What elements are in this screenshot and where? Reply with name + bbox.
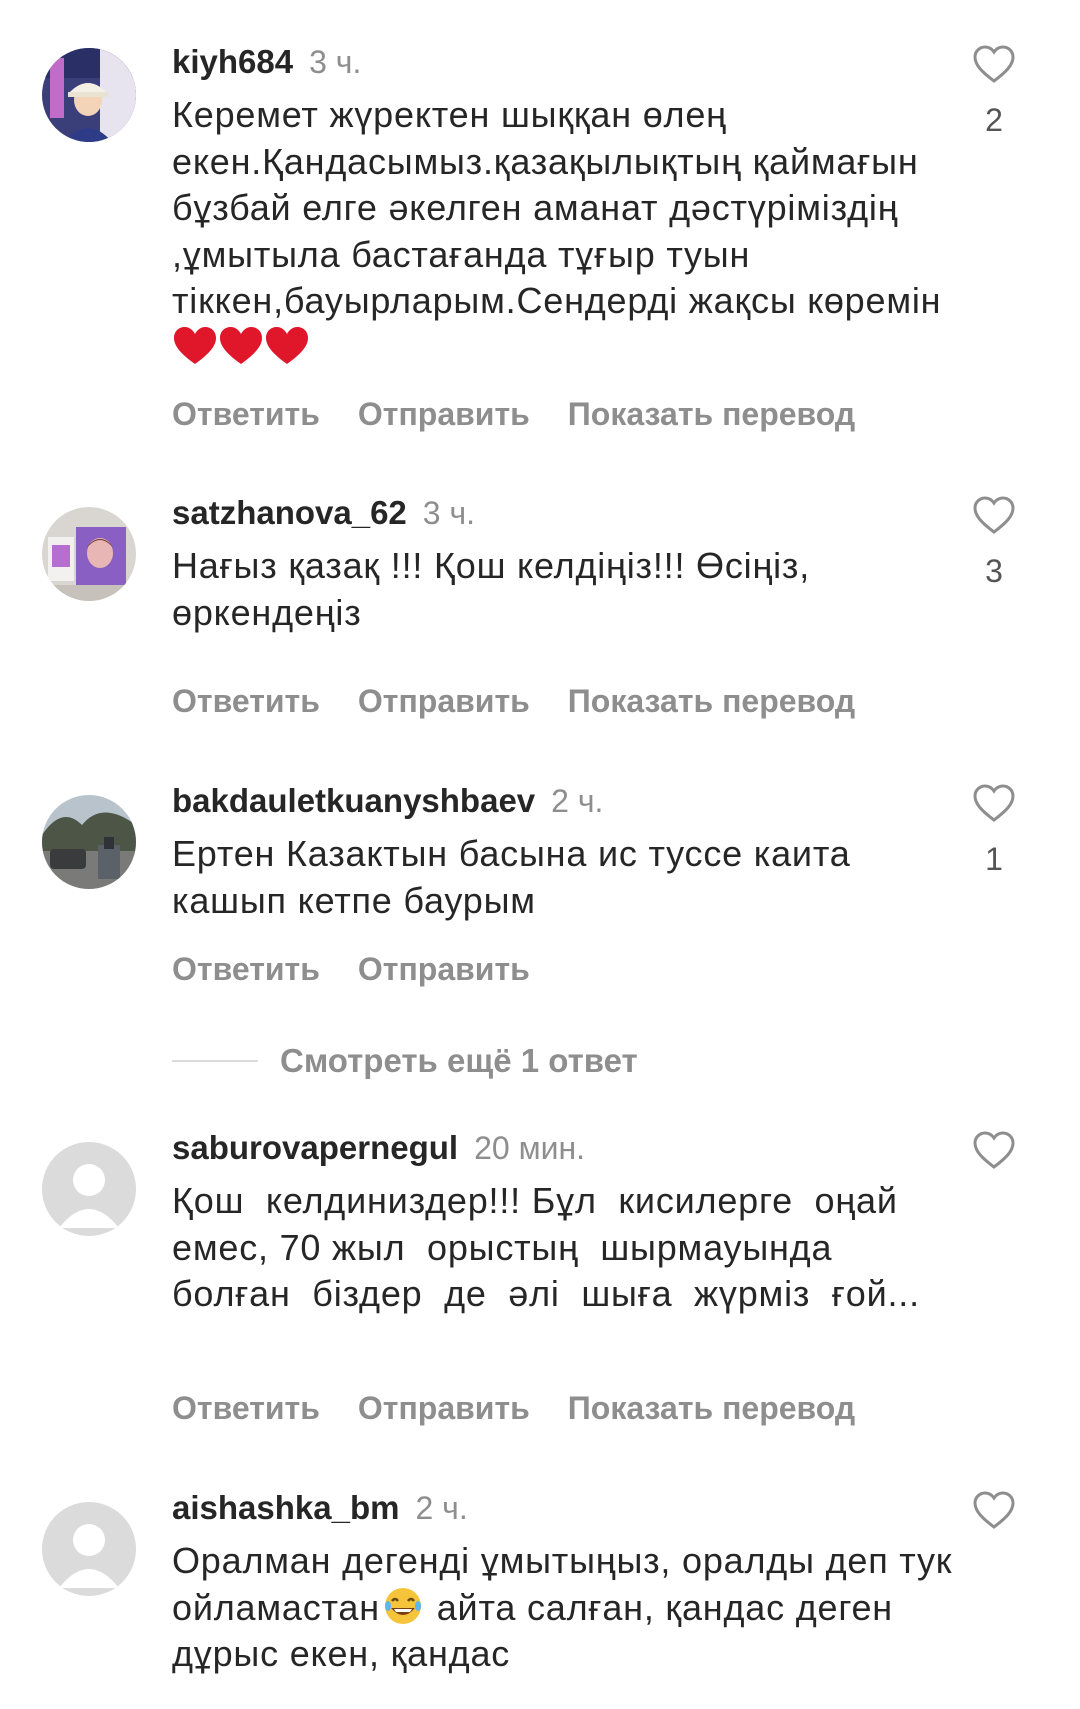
comment-actions: Ответить Отправить Показать перевод [172, 681, 893, 721]
comment-text: Оралман дегенді ұмытыңыз, оралды деп тук… [172, 1540, 953, 1674]
reply-button[interactable]: Ответить [172, 1390, 320, 1426]
heart-icon[interactable] [972, 44, 1016, 84]
view-more-replies-button[interactable]: Смотреть ещё 1 ответ [172, 1042, 638, 1086]
username[interactable]: satzhanova_62 [172, 494, 407, 531]
username[interactable]: kiyh684 [172, 43, 293, 80]
comment-actions: Ответить Отправить Показать перевод [172, 394, 893, 434]
username[interactable]: bakdauletkuanyshbaev [172, 782, 535, 819]
send-button[interactable]: Отправить [358, 951, 530, 987]
comment-header: saburovapernegul 20 мин. [172, 1126, 585, 1170]
comment-text: Нағыз қазақ !!! Қош келдіңіз!!! Өсіңіз, … [172, 545, 811, 633]
heart-icon[interactable] [972, 783, 1016, 823]
comment-header: satzhanova_62 3 ч. [172, 491, 475, 535]
view-more-replies-label[interactable]: Смотреть ещё 1 ответ [280, 1042, 638, 1079]
heart-icon[interactable] [972, 1490, 1016, 1530]
show-translation-button[interactable]: Показать перевод [568, 683, 855, 719]
comment-header: kiyh684 3 ч. [172, 40, 361, 84]
like-count: 3 [985, 553, 1003, 589]
comment-actions: Ответить Отправить Показать перевод [172, 1388, 893, 1428]
reply-button[interactable]: Ответить [172, 951, 320, 987]
show-translation-button[interactable]: Показать перевод [568, 396, 855, 432]
timestamp: 3 ч. [309, 44, 362, 80]
comment-text: Ертен Казактын басына ис туссе каита каш… [172, 833, 851, 921]
comment-header: aishashka_bm 2 ч. [172, 1486, 468, 1530]
timestamp: 20 мин. [474, 1130, 585, 1166]
avatar[interactable] [42, 48, 136, 142]
avatar[interactable] [42, 1502, 136, 1596]
timestamp: 2 ч. [415, 1490, 468, 1526]
laughing-emoji-icon [380, 1587, 426, 1628]
heart-emoji-icon [172, 326, 310, 368]
reply-button[interactable]: Ответить [172, 683, 320, 719]
send-button[interactable]: Отправить [358, 683, 530, 719]
timestamp: 2 ч. [551, 783, 604, 819]
heart-icon[interactable] [972, 495, 1016, 535]
reply-button[interactable]: Ответить [172, 396, 320, 432]
comment-text: Қош келдиниздер!!! Бұл кисилерге оңай ем… [172, 1180, 920, 1314]
timestamp: 3 ч. [422, 495, 476, 531]
send-button[interactable]: Отправить [358, 396, 530, 432]
avatar[interactable] [42, 1142, 136, 1236]
send-button[interactable]: Отправить [358, 1390, 530, 1426]
avatar[interactable] [42, 795, 136, 889]
like-count: 2 [985, 102, 1003, 138]
comment-actions: Ответить Отправить [172, 949, 568, 989]
username[interactable]: saburovapernegul [172, 1129, 458, 1166]
avatar[interactable] [42, 507, 136, 601]
heart-icon[interactable] [972, 1130, 1016, 1170]
like-count: 1 [985, 841, 1003, 877]
divider [172, 1060, 258, 1062]
comment-text: Керемет жүректен шыққан өлең екен.Қандас… [172, 92, 962, 371]
username[interactable]: aishashka_bm [172, 1489, 399, 1526]
comment-header: bakdauletkuanyshbaev 2 ч. [172, 779, 603, 823]
show-translation-button[interactable]: Показать перевод [568, 1390, 855, 1426]
